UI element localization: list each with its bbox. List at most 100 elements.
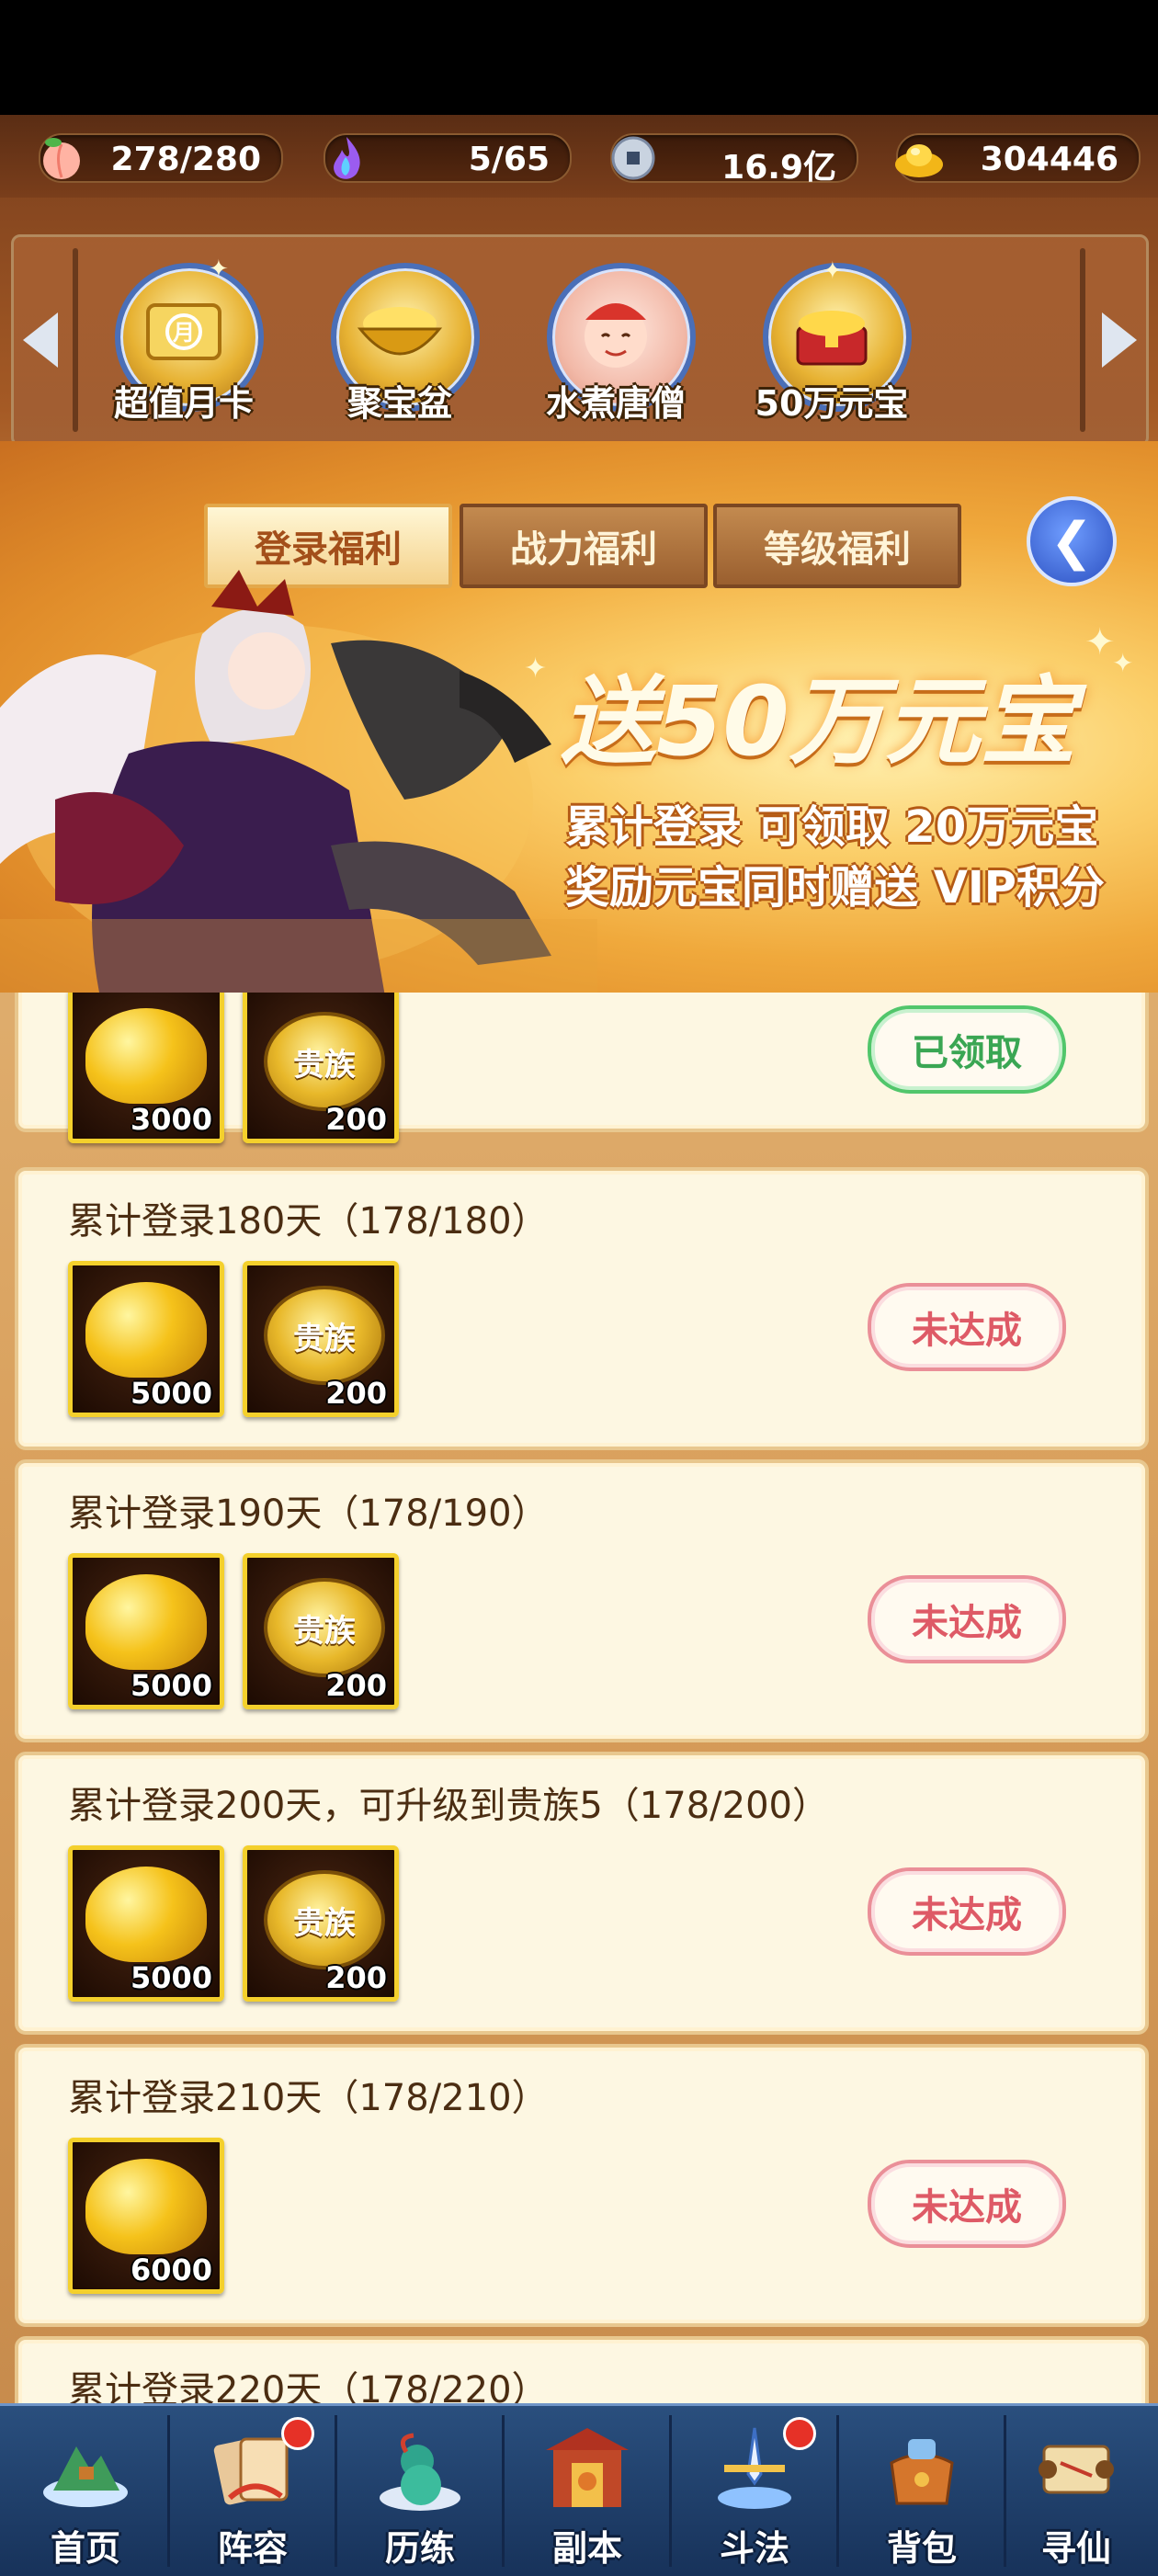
- gold-ingot-icon: [85, 1008, 207, 1104]
- home-island-icon: [43, 2446, 128, 2507]
- reward-quantity: 5000: [130, 1668, 212, 1703]
- back-button[interactable]: ❮: [1027, 496, 1117, 586]
- nav-training[interactable]: 历练: [338, 2406, 502, 2576]
- nav-divider: [669, 2415, 672, 2567]
- reward-quantity: 5000: [130, 1960, 212, 1995]
- spirit-value: 5/65: [468, 141, 550, 178]
- nav-label: 斗法: [719, 2528, 789, 2569]
- nav-label: 阵容: [217, 2528, 288, 2569]
- nav-label: 副本: [551, 2528, 622, 2569]
- reward-title: 累计登录220天（178/220）: [68, 2369, 549, 2403]
- ingot-value: 304446: [980, 141, 1118, 178]
- reward-quantity: 5000: [130, 1376, 212, 1411]
- reward-item-ingot[interactable]: 6000: [68, 2138, 224, 2294]
- status-bar: [0, 0, 1158, 115]
- reward-quantity: 200: [325, 1668, 387, 1703]
- activity-label: 50万元宝: [755, 383, 909, 424]
- reward-title: 累计登录180天（178/180）: [68, 1200, 549, 1243]
- not-reached-button[interactable]: 未达成: [868, 1575, 1066, 1663]
- noble-medal-icon: 贵族: [264, 1012, 385, 1111]
- nav-label: 首页: [50, 2528, 120, 2569]
- gold-ingot-icon: [85, 1867, 207, 1962]
- sparkle-icon: ✦: [209, 255, 229, 283]
- carousel-prev-arrow-icon[interactable]: [23, 312, 58, 368]
- reward-list[interactable]: 3000 贵族 200 已领取 累计登录180天（178/180） 5000 贵…: [0, 993, 1158, 2403]
- reward-row: 累计登录200天，可升级到贵族5（178/200） 5000 贵族 200 未达…: [15, 1752, 1149, 2035]
- nav-battle[interactable]: 斗法: [673, 2406, 836, 2576]
- gold-ingot-icon: [85, 1282, 207, 1378]
- sparkle-icon: ✦: [1112, 648, 1134, 678]
- claimed-button[interactable]: 已领取: [868, 1005, 1066, 1094]
- activity-label: 聚宝盆: [346, 383, 452, 424]
- stamina-resource[interactable]: 278/280: [39, 133, 283, 183]
- carousel-divider: [1080, 248, 1085, 432]
- gold-ingot-icon: [892, 131, 946, 185]
- reward-quantity: 200: [325, 1960, 387, 1995]
- reward-quantity: 200: [325, 1376, 387, 1411]
- reward-item-noble[interactable]: 贵族 200: [243, 1261, 399, 1417]
- activity-label: 水煮唐僧: [545, 383, 686, 424]
- reward-item-noble[interactable]: 贵族 200: [243, 1553, 399, 1709]
- reward-item-ingot[interactable]: 5000: [68, 1553, 224, 1709]
- nav-divider: [502, 2415, 505, 2567]
- activity-carousel: 月 超值月卡 聚宝盆 水煮唐僧 50万元宝 ✦ ✦: [11, 234, 1149, 447]
- dungeon-gate-icon: [546, 2428, 629, 2507]
- nav-divider: [836, 2415, 839, 2567]
- gold-ingot-icon: [85, 1574, 207, 1670]
- activity-tang-monk[interactable]: 水煮唐僧: [538, 263, 696, 437]
- coin-resource[interactable]: 16.9亿: [607, 131, 858, 187]
- not-reached-button[interactable]: 未达成: [868, 2160, 1066, 2248]
- coin-value: 16.9亿: [721, 149, 836, 187]
- tab-level-welfare[interactable]: 等级福利: [713, 504, 961, 588]
- noble-medal-icon: 贵族: [264, 1870, 385, 1969]
- notification-badge: [281, 2417, 314, 2450]
- spirit-resource[interactable]: 5/65: [324, 133, 572, 183]
- reward-item-ingot[interactable]: 3000: [68, 993, 224, 1143]
- noble-medal-icon: 贵族: [264, 1578, 385, 1677]
- banner-title: 送50万元宝: [561, 665, 1076, 777]
- noble-medal-icon: 贵族: [264, 1286, 385, 1385]
- carousel-next-arrow-icon[interactable]: [1102, 312, 1137, 368]
- backpack-icon: [890, 2439, 954, 2505]
- not-reached-button[interactable]: 未达成: [868, 1283, 1066, 1371]
- reward-quantity: 200: [325, 1102, 387, 1137]
- activity-month-card[interactable]: 月 超值月卡: [106, 263, 264, 437]
- activity-ingot-chest[interactable]: 50万元宝: [754, 263, 912, 437]
- sparkle-icon: ✦: [524, 653, 548, 685]
- copper-coin-icon: [607, 131, 660, 185]
- reward-quantity: 3000: [130, 1102, 212, 1137]
- nav-label: 背包: [886, 2528, 957, 2569]
- reward-title: 累计登录200天，可升级到贵族5（178/200）: [68, 1785, 829, 1827]
- nav-lineup[interactable]: 阵容: [171, 2406, 335, 2576]
- reward-row: 3000 贵族 200 已领取: [15, 993, 1149, 1143]
- nav-home[interactable]: 首页: [4, 2406, 167, 2576]
- nav-seek-immortal[interactable]: 寻仙: [994, 2406, 1158, 2576]
- nav-backpack[interactable]: 背包: [840, 2406, 1004, 2576]
- reward-item-noble[interactable]: 贵族 200: [243, 1845, 399, 2002]
- banner-line-2: 奖励元宝同时赠送 VIP积分: [565, 862, 1105, 914]
- reward-title: 累计登录190天（178/190）: [68, 1492, 549, 1535]
- nav-dungeon[interactable]: 副本: [505, 2406, 669, 2576]
- back-arrow-icon: ❮: [1050, 511, 1094, 572]
- reward-row: 累计登录180天（178/180） 5000 贵族 200 未达成: [15, 1167, 1149, 1450]
- scroll-map-icon: [1039, 2445, 1114, 2494]
- reward-item-ingot[interactable]: 5000: [68, 1261, 224, 1417]
- svg-text:月: 月: [172, 320, 195, 346]
- nav-divider: [335, 2415, 337, 2567]
- hero-character-illustration: [0, 570, 597, 993]
- nav-label: 寻仙: [1040, 2528, 1111, 2569]
- gold-ingot-icon: [85, 2159, 207, 2254]
- reward-quantity: 6000: [130, 2253, 212, 2287]
- activity-treasure-bowl[interactable]: 聚宝盆: [322, 263, 480, 437]
- resource-bar: 278/280 5/65 16.9亿 304446: [0, 115, 1158, 198]
- reward-title: 累计登录210天（178/210）: [68, 2077, 549, 2119]
- reward-row: 累计登录210天（178/210） 6000 未达成: [15, 2044, 1149, 2327]
- nav-label: 历练: [384, 2528, 455, 2569]
- not-reached-button[interactable]: 未达成: [868, 1867, 1066, 1956]
- reward-item-noble[interactable]: 贵族 200: [243, 993, 399, 1143]
- spirit-flame-icon: [320, 131, 373, 185]
- reward-item-ingot[interactable]: 5000: [68, 1845, 224, 2002]
- ingot-resource[interactable]: 304446: [895, 133, 1141, 183]
- banner-line-1: 累计登录 可领取 20万元宝: [565, 801, 1099, 853]
- event-banner: 登录福利 战力福利 等级福利 ❮ 送50万元宝 累计登录 可领取 20万元宝 奖…: [0, 441, 1158, 993]
